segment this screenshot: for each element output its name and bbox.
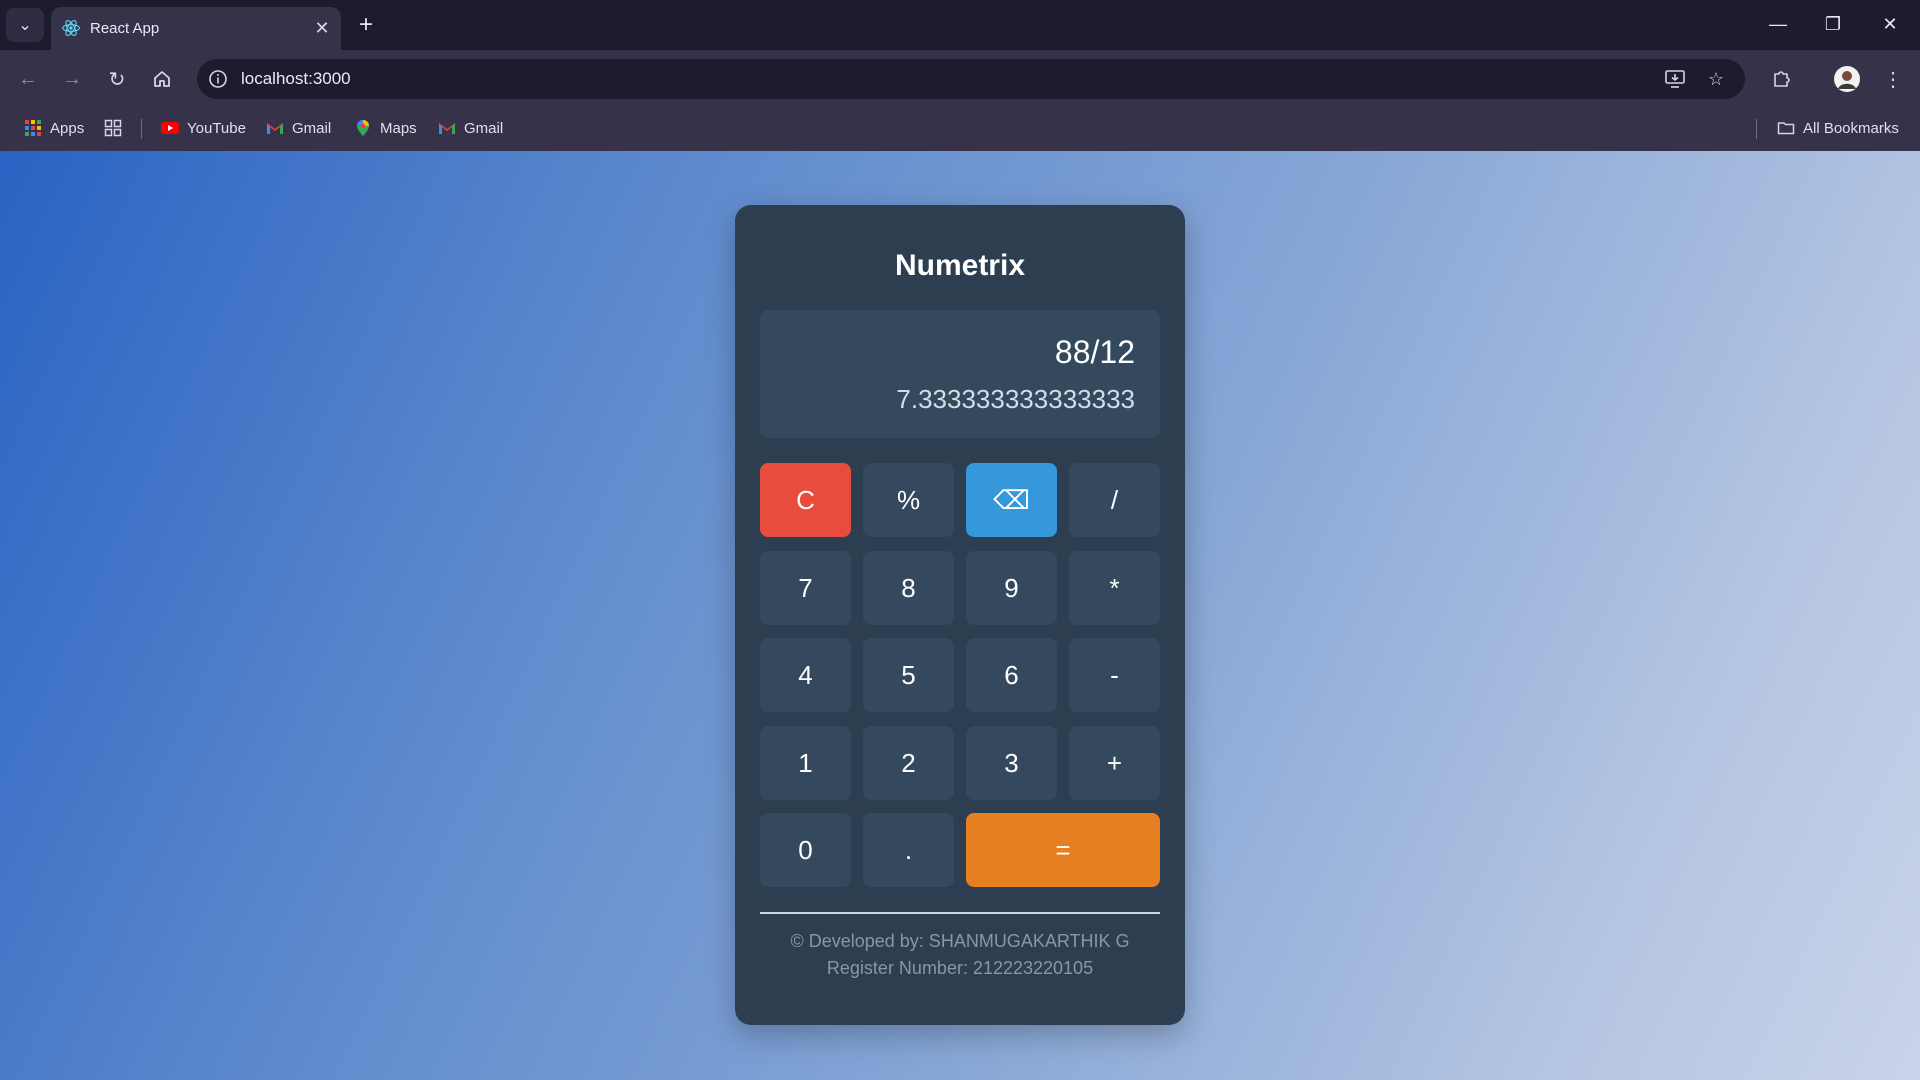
all-bookmarks-button[interactable]: All Bookmarks: [1777, 116, 1899, 140]
react-logo-icon: [62, 20, 80, 36]
more-vertical-icon: ⋮: [1883, 68, 1903, 91]
digit-4-button[interactable]: 4: [760, 638, 851, 712]
all-bookmarks-label: All Bookmarks: [1803, 119, 1899, 137]
result-display: 7.333333333333333: [896, 384, 1135, 414]
bookmark-label: Apps: [50, 119, 85, 137]
tab-search-button[interactable]: ⌄: [6, 8, 44, 42]
profile-avatar[interactable]: [1831, 63, 1863, 95]
subtract-button[interactable]: -: [1069, 638, 1160, 712]
bookmark-label: Gmail: [464, 119, 504, 137]
folder-icon: [1777, 122, 1795, 135]
install-app-icon[interactable]: [1662, 66, 1688, 92]
multiply-button[interactable]: *: [1069, 551, 1160, 625]
digit-2-button[interactable]: 2: [863, 726, 954, 800]
bookmark-label: Maps: [380, 119, 417, 137]
chevron-down-icon: ⌄: [18, 17, 32, 34]
bookmarks-bar: Apps YouTube Gmail Maps Gmail All Bookma…: [0, 106, 1920, 151]
arrow-right-icon: →: [62, 67, 82, 90]
maps-pin-icon: [357, 120, 369, 136]
register-number: Register Number: 212223220105: [826, 958, 1094, 978]
minimize-button[interactable]: —: [1756, 6, 1800, 42]
url-text[interactable]: localhost:3000: [241, 69, 351, 89]
percent-button[interactable]: %: [863, 463, 954, 537]
footer-divider: [760, 912, 1160, 914]
bookmark-apps[interactable]: Apps: [24, 116, 84, 140]
menu-button[interactable]: ⋮: [1877, 63, 1909, 95]
digit-6-button[interactable]: 6: [966, 638, 1057, 712]
restore-icon: ❐: [1824, 13, 1842, 34]
calculator-title: Numetrix: [894, 249, 1026, 282]
extensions-button[interactable]: [1766, 63, 1798, 95]
bookmark-label: Gmail: [292, 119, 332, 137]
home-icon: [154, 71, 170, 87]
close-window-button[interactable]: ✕: [1868, 6, 1912, 42]
restore-button[interactable]: ❐: [1811, 6, 1855, 42]
decimal-button[interactable]: .: [863, 813, 954, 887]
bookmark-separator: [141, 119, 142, 139]
close-icon[interactable]: ✕: [310, 16, 334, 40]
digit-1-button[interactable]: 1: [760, 726, 851, 800]
tab-groups-button[interactable]: [104, 116, 130, 140]
bookmark-gmail-2[interactable]: Gmail: [438, 116, 503, 140]
browser-toolbar: ← → ↻ localhost:3000 ☆ ⋮: [0, 50, 1920, 106]
add-button[interactable]: +: [1069, 726, 1160, 800]
address-bar[interactable]: localhost:3000 ☆: [197, 59, 1745, 99]
new-tab-button[interactable]: +: [352, 11, 380, 39]
digit-5-button[interactable]: 5: [863, 638, 954, 712]
digit-8-button[interactable]: 8: [863, 551, 954, 625]
gmail-icon: [439, 123, 455, 134]
developer-credit: © Developed by: SHANMUGAKARTHIK G: [790, 931, 1130, 951]
tab-strip: ⌄ React App ✕ + — ❐ ✕: [0, 0, 1920, 50]
digit-9-button[interactable]: 9: [966, 551, 1057, 625]
bookmark-gmail[interactable]: Gmail: [266, 116, 331, 140]
backspace-button[interactable]: ⌫: [966, 463, 1057, 537]
calculator-card: Numetrix 88/12 7.333333333333333 C % ⌫ /…: [735, 205, 1185, 1025]
bookmark-maps[interactable]: Maps: [354, 116, 417, 140]
clear-button[interactable]: C: [760, 463, 851, 537]
tab-title: React App: [90, 20, 160, 37]
forward-button[interactable]: →: [56, 63, 88, 95]
puzzle-icon: [1774, 71, 1790, 87]
plus-icon: +: [358, 11, 373, 38]
youtube-icon: [161, 122, 179, 134]
bookmark-youtube[interactable]: YouTube: [161, 116, 246, 140]
digit-3-button[interactable]: 3: [966, 726, 1057, 800]
minimize-icon: —: [1769, 13, 1787, 34]
info-icon[interactable]: [206, 67, 230, 91]
reload-button[interactable]: ↻: [101, 63, 133, 95]
digit-7-button[interactable]: 7: [760, 551, 851, 625]
calculator-display: 88/12 7.333333333333333: [760, 310, 1160, 438]
equals-button[interactable]: =: [966, 813, 1160, 887]
arrow-left-icon: ←: [18, 67, 38, 90]
avatar-icon: [1834, 66, 1860, 92]
close-icon: ✕: [1882, 13, 1898, 34]
bookmark-star-icon[interactable]: ☆: [1703, 66, 1729, 92]
page-background: Numetrix 88/12 7.333333333333333 C % ⌫ /…: [0, 151, 1920, 1080]
reload-icon: ↻: [108, 68, 126, 91]
gmail-icon: [267, 123, 283, 134]
bookmark-label: YouTube: [187, 119, 246, 137]
back-button[interactable]: ←: [12, 63, 44, 95]
expression-display: 88/12: [1054, 334, 1135, 370]
divide-button[interactable]: /: [1069, 463, 1160, 537]
grid-icon: [104, 119, 122, 137]
apps-grid-icon: [25, 120, 41, 136]
monitor-download-icon: [1665, 70, 1685, 88]
bookmark-separator: [1756, 119, 1757, 139]
digit-0-button[interactable]: 0: [760, 813, 851, 887]
home-button[interactable]: [146, 63, 178, 95]
tab-react-app[interactable]: React App ✕: [51, 7, 341, 50]
